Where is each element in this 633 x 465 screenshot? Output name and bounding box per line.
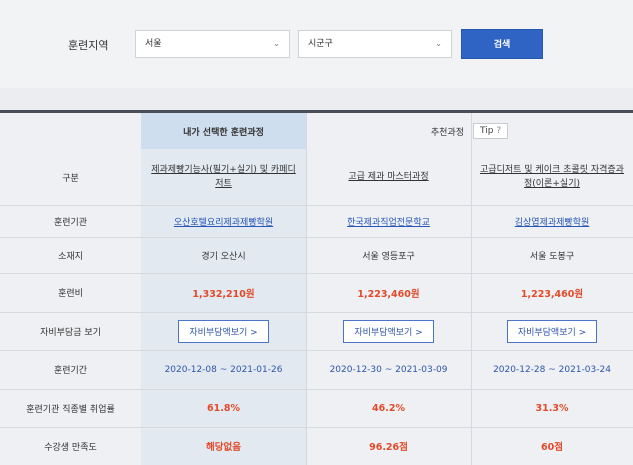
course-name[interactable]: 고급디저트 및 케이크 초콜릿 자격증과정(이론+실기)	[471, 149, 633, 205]
fee-cell: 1,332,210원	[141, 273, 306, 312]
fee-value: 1,332,210원	[192, 288, 255, 300]
institution-link[interactable]: 오산호텔요리제과제빵학원	[174, 215, 273, 228]
row-label-satisfaction: 수강생 만족도	[44, 442, 97, 453]
period-cell: 2020-12-30 ~ 2021-03-09	[306, 350, 471, 389]
search-bar: 훈련지역 서울 ⌄ 시군구 ⌄ 검색	[0, 0, 633, 88]
search-button[interactable]: 검색	[461, 29, 543, 59]
period-value: 2020-12-28 ~ 2021-03-24	[493, 364, 611, 375]
employment-cell: 46.2%	[306, 389, 471, 427]
course-name-link[interactable]: 제과제빵기능사(필기+실기) 및 카페디저트	[141, 163, 306, 191]
course-name[interactable]: 고급 제과 마스터과정	[306, 149, 471, 205]
institution-link[interactable]: 김상엽제과제빵학원	[515, 215, 590, 228]
employment-rate: 31.3%	[535, 402, 569, 414]
location-cell: 경기 오산시	[141, 237, 306, 273]
row-label-period: 훈련기간	[53, 366, 88, 376]
row-label-location: 소재지	[58, 251, 83, 262]
fee-cell: 1,223,460원	[471, 273, 633, 312]
institution-cell: 김상엽제과제빵학원	[471, 205, 633, 237]
location-text: 경기 오산시	[201, 251, 246, 262]
period-cell: 2020-12-08 ~ 2021-01-26	[141, 350, 306, 389]
row-label-fee: 훈련비	[58, 289, 83, 299]
district-select-value: 시군구	[308, 39, 333, 49]
fee-value: 1,223,460원	[357, 288, 420, 300]
period-cell: 2020-12-28 ~ 2021-03-24	[471, 350, 633, 389]
recommended-course-header: 추천과정 Tip ?	[306, 113, 633, 149]
district-select[interactable]: 시군구 ⌄	[298, 30, 452, 58]
location-text: 서울 영등포구	[362, 251, 415, 262]
course-name[interactable]: 제과제빵기능사(필기+실기) 및 카페디저트	[141, 149, 306, 205]
tip-button[interactable]: Tip ?	[473, 123, 509, 139]
region-filter-label: 훈련지역	[68, 39, 109, 52]
satisfaction-cell: 60점	[471, 427, 633, 465]
employment-rate: 61.8%	[207, 402, 240, 414]
location-cell: 서울 도봉구	[471, 237, 633, 273]
selected-course-header-text: 내가 선택한 훈련과정	[183, 127, 264, 138]
employment-rate: 46.2%	[372, 402, 405, 414]
row-label-institution: 훈련기관	[53, 217, 88, 228]
region-select[interactable]: 서울 ⌄	[135, 30, 290, 58]
employment-cell: 31.3%	[471, 389, 633, 427]
view-copay-button[interactable]: 자비부담액보기 >	[506, 319, 598, 343]
selected-course-header: 내가 선택한 훈련과정	[141, 113, 306, 149]
employment-cell: 61.8%	[141, 389, 306, 427]
copay-cell: 자비부담액보기 >	[141, 312, 306, 350]
recommended-course-header-text: 추천과정	[430, 127, 465, 138]
course-name-link[interactable]: 고급 제과 마스터과정	[340, 170, 436, 184]
tip-label: Tip	[480, 126, 494, 136]
satisfaction-score: 해당없음	[206, 442, 241, 453]
chevron-down-icon: ⌄	[273, 39, 280, 48]
satisfaction-score: 96.26점	[369, 442, 408, 453]
help-icon: ?	[496, 126, 502, 136]
view-copay-button[interactable]: 자비부담액보기 >	[178, 319, 269, 343]
satisfaction-score: 60점	[541, 442, 563, 453]
period-value: 2020-12-08 ~ 2021-01-26	[164, 364, 283, 375]
institution-link[interactable]: 한국제과직업전문학교	[347, 215, 430, 228]
institution-cell: 오산호텔요리제과제빵학원	[141, 205, 306, 237]
chevron-down-icon: ⌄	[435, 39, 442, 48]
region-select-value: 서울	[145, 39, 162, 49]
fee-value: 1,223,460원	[520, 288, 584, 300]
copay-cell: 자비부담액보기 >	[471, 312, 633, 350]
row-label-category: 구분	[62, 173, 79, 184]
satisfaction-cell: 해당없음	[141, 427, 306, 465]
period-value: 2020-12-30 ~ 2021-03-09	[329, 364, 448, 375]
satisfaction-cell: 96.26점	[306, 427, 471, 465]
view-copay-button[interactable]: 자비부담액보기 >	[343, 319, 434, 343]
course-comparison-table: 내가 선택한 훈련과정 추천과정 Tip ? 구분 제과제빵기능사(필기+실기)…	[0, 113, 633, 465]
institution-cell: 한국제과직업전문학교	[306, 205, 471, 237]
row-label-employment: 훈련기관 직종별 취업률	[26, 404, 115, 415]
fee-cell: 1,223,460원	[306, 273, 471, 312]
location-text: 서울 도봉구	[529, 251, 575, 262]
row-label-copay: 자비부담금 보기	[40, 327, 101, 338]
copay-cell: 자비부담액보기 >	[306, 312, 471, 350]
location-cell: 서울 영등포구	[306, 237, 471, 273]
course-name-link[interactable]: 고급디저트 및 케이크 초콜릿 자격증과정(이론+실기)	[471, 163, 633, 191]
